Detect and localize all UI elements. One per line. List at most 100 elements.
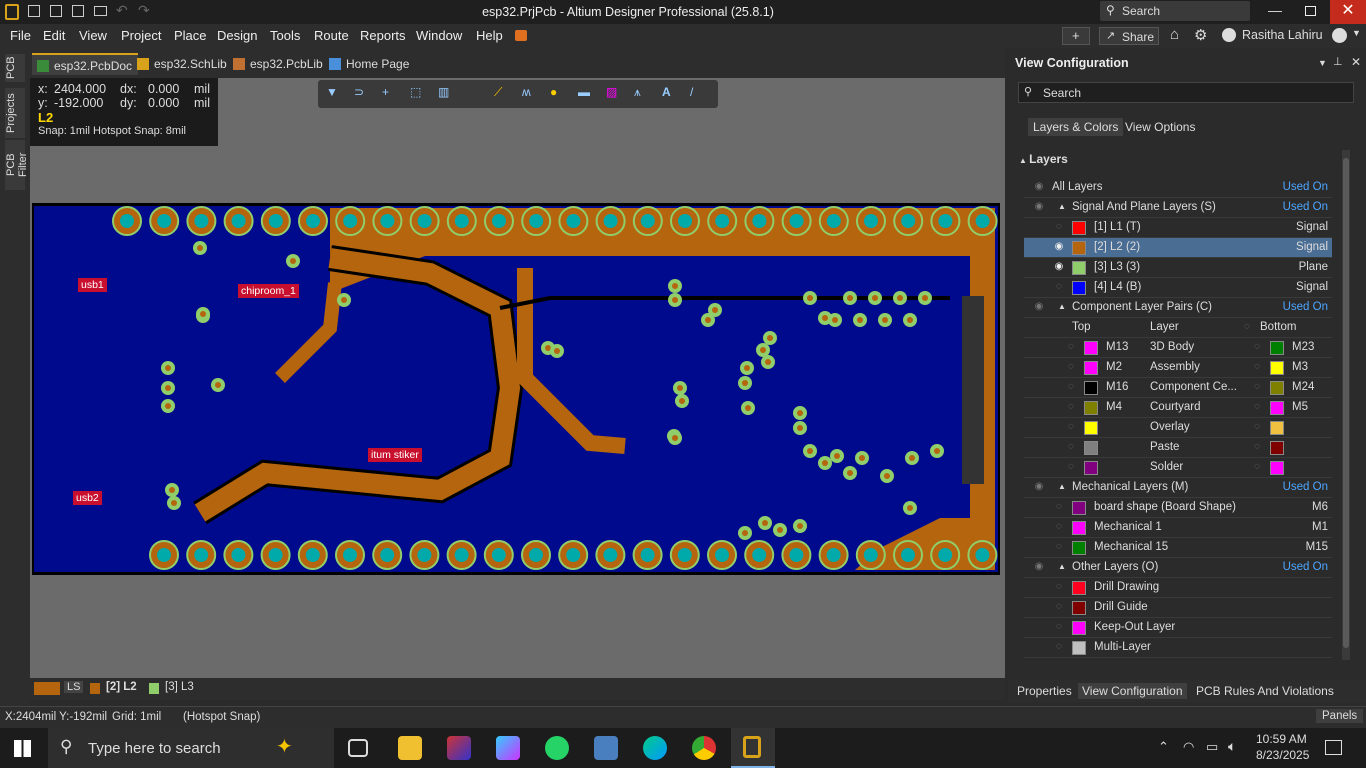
bottom-color-swatch[interactable] [1270,401,1284,415]
bottom-color-swatch[interactable] [1270,441,1284,455]
layer-color-swatch[interactable] [1072,241,1086,255]
diff-pair-icon[interactable]: ʍ [522,85,540,103]
layer-row[interactable]: Top Layer ◌ Bottom [1024,318,1332,338]
user-name[interactable]: Rasitha Lahiru [1242,28,1323,42]
eye-off-icon[interactable]: ◌ [1052,501,1066,515]
designator-usb2[interactable]: usb2 [73,491,102,505]
layer-row[interactable]: ◌ Multi-Layer [1024,638,1332,658]
network-icon[interactable]: ◠ [1183,739,1194,755]
menu-route[interactable]: Route [314,28,349,43]
minimize-button[interactable]: — [1268,2,1282,18]
pcb-canvas[interactable] [30,78,1005,678]
eye-off-icon[interactable]: ◌ [1052,221,1066,235]
tab-layers-colors[interactable]: Layers & Colors [1028,118,1124,136]
notifications-button[interactable]: + [1062,27,1090,45]
eye-icon[interactable]: ◉ [1032,201,1046,215]
tab-pcb-filter[interactable]: PCB Filter [5,140,29,190]
layer-row[interactable]: ◌ Mechanical 15 M15 [1024,538,1332,558]
eye-icon[interactable]: ◉ [1032,561,1046,575]
bottom-color-swatch[interactable] [1270,381,1284,395]
designator-usb1[interactable]: usb1 [78,278,107,292]
menu-edit[interactable]: Edit [43,28,65,43]
eye-off-icon[interactable]: ◌ [1250,361,1264,375]
eye-off-icon[interactable]: ◌ [1052,541,1066,555]
copilot-icon[interactable] [496,736,520,760]
microsoft-365-icon[interactable] [447,736,471,760]
tab-esp32-pcblib[interactable]: esp32.PcbLib [228,53,329,75]
eye-off-icon[interactable]: ◌ [1240,321,1254,335]
menu-reports[interactable]: Reports [360,28,406,43]
used-on-filter[interactable]: Used On [1283,181,1328,193]
tab-pcb[interactable]: PCB [5,54,25,82]
bottom-color-swatch[interactable] [1270,341,1284,355]
taskbar-search[interactable]: ⚲ Type here to search ✦ [48,728,334,768]
eye-off-icon[interactable]: ◌ [1064,421,1078,435]
menu-help[interactable]: Help [476,28,503,43]
panels-button[interactable]: Panels [1316,709,1364,723]
top-color-swatch[interactable] [1084,461,1098,475]
menu-view[interactable]: View [79,28,107,43]
tab-pcb-rules[interactable]: PCB Rules And Violations [1192,683,1338,699]
layer-row[interactable]: ◌ Paste ◌ [1024,438,1332,458]
layer-tab-l2[interactable]: [2] L2 [106,681,137,693]
edge-icon[interactable] [643,736,667,760]
tab-home-page[interactable]: Home Page [324,53,415,75]
layer-color-swatch[interactable] [1072,221,1086,235]
eye-icon[interactable]: ◉ [1052,261,1066,275]
clock-time[interactable]: 10:59 AM [1256,732,1307,746]
tray-chevron-up-icon[interactable]: ⌃ [1158,739,1169,755]
tab-view-configuration[interactable]: View Configuration [1078,683,1187,699]
layer-row[interactable]: ◉ [2] L2 (2) Signal [1024,238,1332,258]
layer-row[interactable]: ◉ ▲ Other Layers (O) Used On [1024,558,1332,578]
eye-icon[interactable]: ◉ [1032,481,1046,495]
menu-file[interactable]: File [10,28,31,43]
layer-row[interactable]: ◉ All Layers Used On [1024,178,1332,198]
battery-icon[interactable]: ▭ [1206,739,1218,755]
keepout-icon[interactable]: ▨ [606,85,624,103]
layer-row[interactable]: ◌ M13 3D Body ◌ M23 [1024,338,1332,358]
panel-scrollbar[interactable] [1342,150,1350,660]
eye-off-icon[interactable]: ◌ [1052,621,1066,635]
eye-off-icon[interactable]: ◌ [1052,521,1066,535]
pin-icon[interactable]: ⊥ [1333,55,1343,68]
home-icon[interactable]: ⌂ [1170,26,1179,43]
top-color-swatch[interactable] [1084,361,1098,375]
collapse-icon[interactable]: ▲ [1058,482,1066,491]
used-on-filter[interactable]: Used On [1283,561,1328,573]
layer-row[interactable]: ◌ M4 Courtyard ◌ M5 [1024,398,1332,418]
bottom-color-swatch[interactable] [1270,421,1284,435]
polygon-icon[interactable]: ▬ [578,85,596,103]
control-panel-icon[interactable] [594,736,618,760]
layer-tab-l3[interactable]: [3] L3 [165,681,194,693]
panel-search[interactable]: ⚲ Search [1018,82,1354,103]
move-icon[interactable]: + [382,85,400,103]
scroll-thumb[interactable] [1343,158,1349,648]
layer-row[interactable]: ◌ M2 Assembly ◌ M3 [1024,358,1332,378]
top-color-swatch[interactable] [1084,341,1098,355]
layer-color-swatch[interactable] [1072,261,1086,275]
align-icon[interactable]: ▥ [438,85,456,103]
layer-row[interactable]: ◌ Mechanical 1 M1 [1024,518,1332,538]
collapse-icon[interactable]: ▲ [1058,302,1066,311]
file-explorer-icon[interactable] [398,736,422,760]
menu-design[interactable]: Design [217,28,257,43]
eye-off-icon[interactable]: ◌ [1064,341,1078,355]
user-avatar[interactable] [1222,28,1236,42]
pcb-workspace[interactable]: usb1 chiproom_1 itum stiker usb2 [30,78,1005,678]
eye-off-icon[interactable]: ◌ [1064,461,1078,475]
layer-row[interactable]: ◌ [1] L1 (T) Signal [1024,218,1332,238]
filter-icon[interactable]: ▼ [326,85,344,103]
eye-off-icon[interactable]: ◌ [1250,401,1264,415]
layer-color-swatch[interactable] [1072,501,1086,515]
close-button[interactable]: ✕ [1330,0,1366,24]
layer-row[interactable]: ◌ Drill Drawing [1024,578,1332,598]
layer-color-swatch[interactable] [1072,281,1086,295]
layer-color-swatch[interactable] [1072,621,1086,635]
snap-icon[interactable]: ⊃ [354,85,372,103]
layer-row[interactable]: ◌ board shape (Board Shape) M6 [1024,498,1332,518]
layer-row[interactable]: ◉ [3] L3 (3) Plane [1024,258,1332,278]
volume-icon[interactable]: 🔈︎ [1228,738,1236,755]
menu-place[interactable]: Place [174,28,207,43]
windows-start-icon[interactable] [14,740,31,757]
select-area-icon[interactable]: ⬚ [410,85,428,103]
